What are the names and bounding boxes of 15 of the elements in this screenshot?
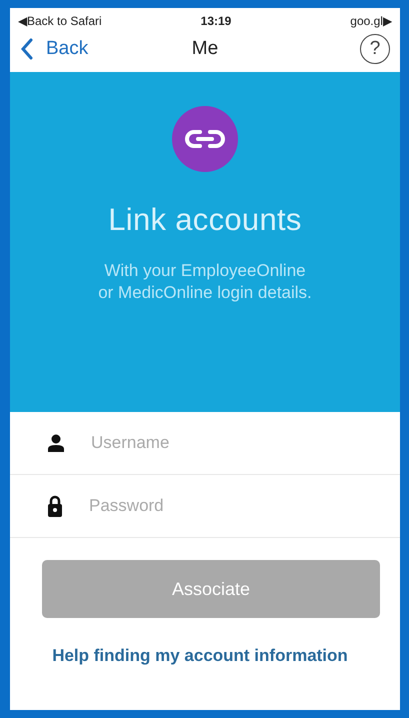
back-button[interactable]: Back	[20, 38, 130, 60]
person-icon	[47, 434, 65, 452]
page-title: Me	[192, 38, 218, 60]
lock-icon	[47, 495, 63, 517]
status-time: 13:19	[200, 14, 232, 28]
back-to-app-link[interactable]: ◀Back to Safari	[18, 14, 102, 28]
url-link[interactable]: goo.gl▶	[350, 14, 392, 28]
link-icon	[172, 106, 238, 172]
password-field[interactable]: Password	[87, 495, 400, 517]
username-field[interactable]: Username	[89, 432, 400, 454]
hero-subtitle: With your EmployeeOnline or MedicOnline login details.	[98, 260, 312, 304]
help-link[interactable]: Help finding my account information	[52, 646, 348, 666]
help-button[interactable]: ?	[360, 34, 390, 64]
hero-title: Link accounts	[108, 202, 302, 238]
chevron-left-icon	[20, 38, 34, 60]
